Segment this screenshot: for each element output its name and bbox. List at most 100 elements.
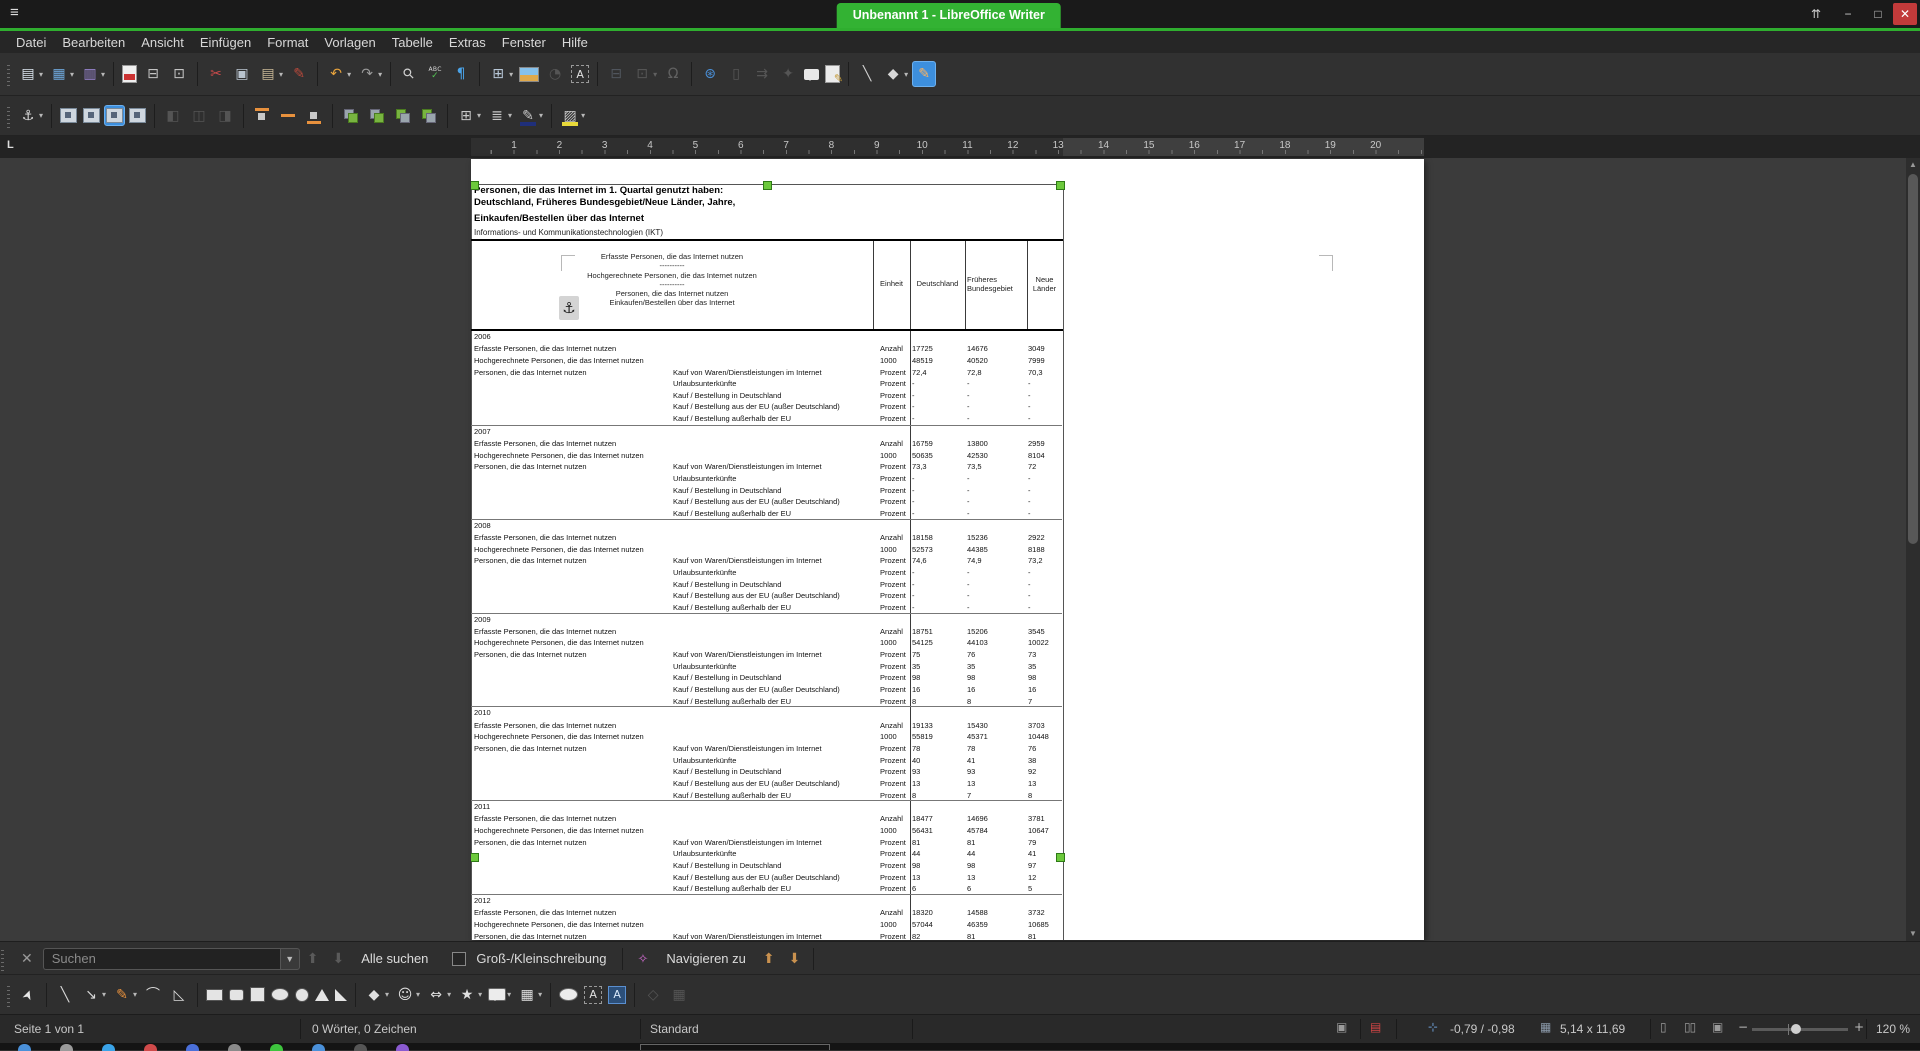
menu-tabelle[interactable]: Tabelle: [384, 35, 441, 50]
dropdown-arrow-icon[interactable]: ▾: [39, 70, 43, 79]
multi-page-view-icon[interactable]: ▯▯: [1684, 1020, 1695, 1034]
book-view-icon[interactable]: ▣: [1712, 1020, 1723, 1034]
rectangle-rounded-icon[interactable]: [227, 986, 246, 1004]
wrap-parallel-icon[interactable]: [81, 105, 102, 126]
star-shapes-icon[interactable]: ★▾: [455, 982, 484, 1008]
curve-icon[interactable]: ⌒: [141, 982, 165, 1008]
single-page-view-icon[interactable]: ▯: [1660, 1020, 1667, 1034]
align-bottom-icon[interactable]: [302, 103, 326, 129]
tab-stop-selector[interactable]: L: [7, 139, 14, 151]
close-find-icon[interactable]: ✕: [21, 950, 33, 967]
match-case-checkbox[interactable]: [452, 952, 466, 966]
scroll-down-icon[interactable]: ▼: [1906, 927, 1920, 941]
send-to-back-icon[interactable]: [417, 103, 441, 129]
back-one-icon[interactable]: [391, 103, 415, 129]
save-icon[interactable]: ▥▾: [78, 61, 107, 87]
navigate-previous-icon[interactable]: ⬆: [763, 950, 775, 967]
dropdown-arrow-icon[interactable]: ▾: [509, 70, 513, 79]
find-previous-icon[interactable]: ⬆: [307, 950, 319, 967]
dropdown-arrow-icon[interactable]: ▾: [539, 111, 543, 120]
frame-handle[interactable]: [1056, 853, 1065, 862]
cut-icon[interactable]: ✂: [204, 61, 228, 87]
ellipse-icon[interactable]: [269, 985, 291, 1004]
match-case-label[interactable]: Groß-/Kleinschreibung: [476, 951, 606, 966]
paste-icon[interactable]: ▤▾: [256, 61, 285, 87]
bring-to-front-icon[interactable]: [339, 103, 363, 129]
dropdown-arrow-icon[interactable]: ▾: [478, 990, 482, 999]
clone-formatting-icon[interactable]: ✎: [287, 61, 311, 87]
zoom-in-icon[interactable]: +: [1854, 1020, 1864, 1034]
frame-handle[interactable]: [763, 181, 772, 190]
toolbar-grip[interactable]: [7, 983, 10, 1007]
dropdown-arrow-icon[interactable]: ▾: [447, 990, 451, 999]
area-style-icon[interactable]: ▨▾: [558, 103, 587, 129]
find-replace-icon[interactable]: ⚲: [397, 61, 421, 87]
block-arrows-icon[interactable]: ⇔▾: [424, 982, 453, 1008]
track-changes-icon[interactable]: [823, 62, 842, 86]
vertical-scrollbar[interactable]: ▲ ▼: [1906, 158, 1920, 941]
polygon-icon[interactable]: ◺: [167, 982, 191, 1008]
frame-handle[interactable]: [1056, 181, 1065, 190]
dropdown-arrow-icon[interactable]: ▾: [101, 70, 105, 79]
menu-einfugen[interactable]: Einfügen: [192, 35, 259, 50]
toolbar-grip[interactable]: [7, 104, 10, 128]
toolbar-grip[interactable]: [7, 62, 10, 86]
dropdown-arrow-icon[interactable]: ▾: [507, 990, 511, 999]
line-icon[interactable]: ╲: [53, 982, 77, 1008]
print-preview-icon[interactable]: ⊡: [167, 61, 191, 87]
menu-vorlagen[interactable]: Vorlagen: [316, 35, 383, 50]
find-next-icon[interactable]: ⬇: [332, 950, 344, 967]
dropdown-arrow-icon[interactable]: ▾: [70, 70, 74, 79]
wrap-optimal-icon[interactable]: [104, 105, 125, 126]
basic-shapes-icon[interactable]: ◆▾: [881, 61, 910, 87]
collapse-icon[interactable]: ⇈: [1804, 3, 1828, 25]
menu-ansicht[interactable]: Ansicht: [133, 35, 192, 50]
spelling-icon[interactable]: ABC: [423, 61, 447, 87]
find-all-button[interactable]: Alle suchen: [361, 951, 428, 966]
rectangle-icon[interactable]: [204, 986, 225, 1004]
borders-icon[interactable]: ⊞▾: [454, 103, 483, 129]
undo-icon[interactable]: ↶▾: [324, 61, 353, 87]
callout-shapes-icon[interactable]: ▾: [486, 985, 513, 1004]
dropdown-arrow-icon[interactable]: ▾: [508, 111, 512, 120]
minimize-icon[interactable]: −: [1836, 3, 1860, 25]
line-arrow-icon[interactable]: ↘▾: [79, 982, 108, 1008]
scroll-up-icon[interactable]: ▲: [1906, 158, 1920, 172]
dropdown-arrow-icon[interactable]: ▾: [477, 111, 481, 120]
print-icon[interactable]: ⊟: [141, 61, 165, 87]
menu-extras[interactable]: Extras: [441, 35, 494, 50]
frame-handle[interactable]: [471, 181, 479, 190]
dropdown-arrow-icon[interactable]: ▾: [385, 990, 389, 999]
insert-image-icon[interactable]: [517, 64, 541, 85]
frame-handle[interactable]: [471, 853, 479, 862]
export-pdf-icon[interactable]: [120, 62, 139, 86]
dropdown-arrow-icon[interactable]: ▾: [378, 70, 382, 79]
symbol-shapes-icon[interactable]: ☺▾: [393, 982, 422, 1008]
new-document-icon[interactable]: ▤▾: [16, 61, 45, 87]
selection-mode-icon[interactable]: ▣: [1336, 1020, 1347, 1034]
select-icon[interactable]: ➤: [16, 982, 40, 1008]
flowchart-icon[interactable]: ▦▾: [515, 982, 544, 1008]
word-count[interactable]: 0 Wörter, 0 Zeichen: [312, 1022, 417, 1036]
dropdown-arrow-icon[interactable]: ▾: [347, 70, 351, 79]
align-top-icon[interactable]: [250, 103, 274, 129]
right-triangle-icon[interactable]: [333, 986, 349, 1004]
horizontal-ruler[interactable]: L 1234567891011121314151617181920: [0, 136, 1920, 158]
insert-comment-icon[interactable]: [802, 66, 821, 83]
document-page[interactable]: Personen, die das Internet im 1. Quartal…: [471, 159, 1424, 940]
search-history-dropdown[interactable]: ▼: [280, 948, 300, 970]
search-input[interactable]: Suchen: [43, 948, 280, 970]
insert-textbox-icon[interactable]: A: [569, 62, 591, 86]
align-middle-icon[interactable]: [276, 103, 300, 129]
menu-datei[interactable]: Datei: [8, 35, 54, 50]
zoom-slider-thumb[interactable]: [1791, 1024, 1801, 1034]
freeform-line-icon[interactable]: ✎▾: [110, 982, 139, 1008]
navigate-by-label[interactable]: Navigieren zu: [666, 951, 746, 966]
dropdown-arrow-icon[interactable]: ▾: [581, 111, 585, 120]
callouts-icon[interactable]: [557, 985, 580, 1004]
zoom-level[interactable]: 120 %: [1876, 1022, 1910, 1036]
isosceles-triangle-icon[interactable]: [313, 986, 331, 1004]
draw-functions-icon[interactable]: ✎: [912, 61, 936, 87]
menu-bearbeiten[interactable]: Bearbeiten: [54, 35, 133, 50]
dropdown-arrow-icon[interactable]: ▾: [102, 990, 106, 999]
